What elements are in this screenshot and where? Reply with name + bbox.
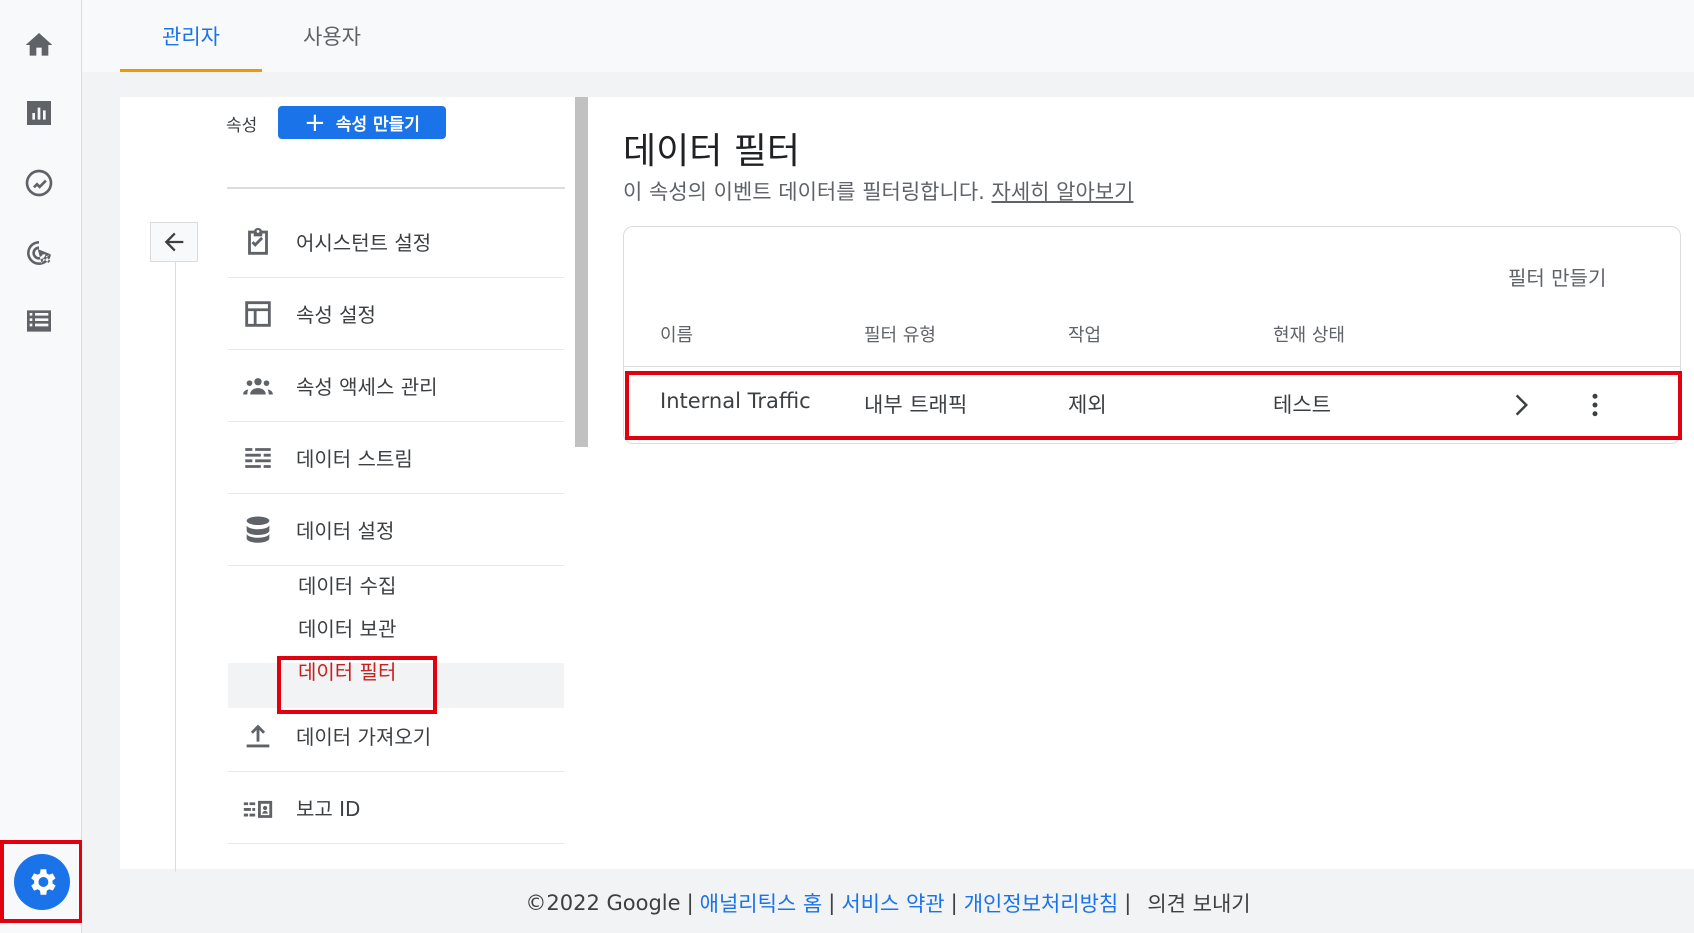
gear-icon [13,853,70,910]
reports-icon[interactable] [20,94,58,132]
page-description: 이 속성의 이벤트 데이터를 필터링합니다. 자세히 알아보기 [623,180,1134,204]
separator: | [1124,890,1132,915]
configure-icon[interactable] [20,302,58,340]
streams-icon [238,438,278,478]
top-tab-bar: 관리자 사용자 [82,0,1694,72]
chevron-right-icon[interactable] [1505,388,1535,422]
sub-item-data-retention[interactable]: 데이터 보관 [298,613,396,642]
tab-admin[interactable]: 관리자 [120,0,262,72]
footer-link-analytics-home[interactable]: 애널리틱스 홈 [700,888,823,918]
admin-settings-button[interactable] [0,840,83,923]
divider [227,187,565,189]
create-property-button[interactable]: + 속성 만들기 [278,106,446,139]
back-button[interactable] [150,222,198,262]
menu-item-reporting-id[interactable]: 보고 ID [228,772,564,844]
menu-item-data-streams[interactable]: 데이터 스트림 [228,422,564,494]
more-vert-icon[interactable] [1580,388,1610,422]
column-header-filter-type: 필터 유형 [864,325,936,346]
column-header-action: 작업 [1068,325,1102,346]
column-header-name: 이름 [660,325,694,346]
row-action: 제외 [1068,393,1107,417]
separator: | [828,890,836,915]
menu-item-data-import[interactable]: 데이터 가져오기 [228,700,564,772]
explore-icon[interactable] [20,164,58,202]
sub-item-data-collection[interactable]: 데이터 수집 [298,570,396,599]
footer-link-terms[interactable]: 서비스 약관 [841,888,944,918]
home-icon[interactable] [20,26,58,64]
tab-user[interactable]: 사용자 [272,0,392,72]
property-label: 속성 [226,116,258,136]
row-state: 테스트 [1273,393,1331,417]
tree-line [175,262,176,872]
database-icon [238,510,278,550]
left-nav-rail [0,0,83,933]
separator: | [686,890,694,915]
checklist-icon [238,222,278,262]
menu-item-property-access[interactable]: 속성 액세스 관리 [228,350,564,422]
column-header-state: 현재 상태 [1273,325,1345,346]
copyright-text: ©2022 Google [525,890,681,915]
plus-icon: + [304,107,326,138]
footer: ©2022 Google | 애널리틱스 홈 | 서비스 약관 | 개인정보처리… [82,872,1694,933]
send-feedback-link[interactable]: 의견 보내기 [1147,888,1250,918]
footer-link-privacy[interactable]: 개인정보처리방침 [964,888,1119,918]
menu-item-data-settings[interactable]: 데이터 설정 [228,494,564,566]
learn-more-link[interactable]: 자세히 알아보기 [992,180,1134,204]
create-filter-button[interactable]: 필터 만들기 [1508,262,1606,291]
arrow-back-icon [164,232,184,252]
people-icon [238,366,278,406]
report-id-icon [238,788,278,828]
upload-icon [238,716,278,756]
page-title: 데이터 필터 [623,131,801,172]
menu-item-property-settings[interactable]: 속성 설정 [228,278,564,350]
layout-icon [238,294,278,334]
separator: | [950,890,958,915]
advertising-icon[interactable] [20,234,58,272]
header-divider [624,366,1680,367]
scrollbar-thumb[interactable] [575,97,588,447]
row-name: Internal Traffic [660,389,811,413]
row-filter-type: 내부 트래픽 [864,393,968,417]
menu-item-assistant-settings[interactable]: 어시스턴트 설정 [228,206,564,278]
